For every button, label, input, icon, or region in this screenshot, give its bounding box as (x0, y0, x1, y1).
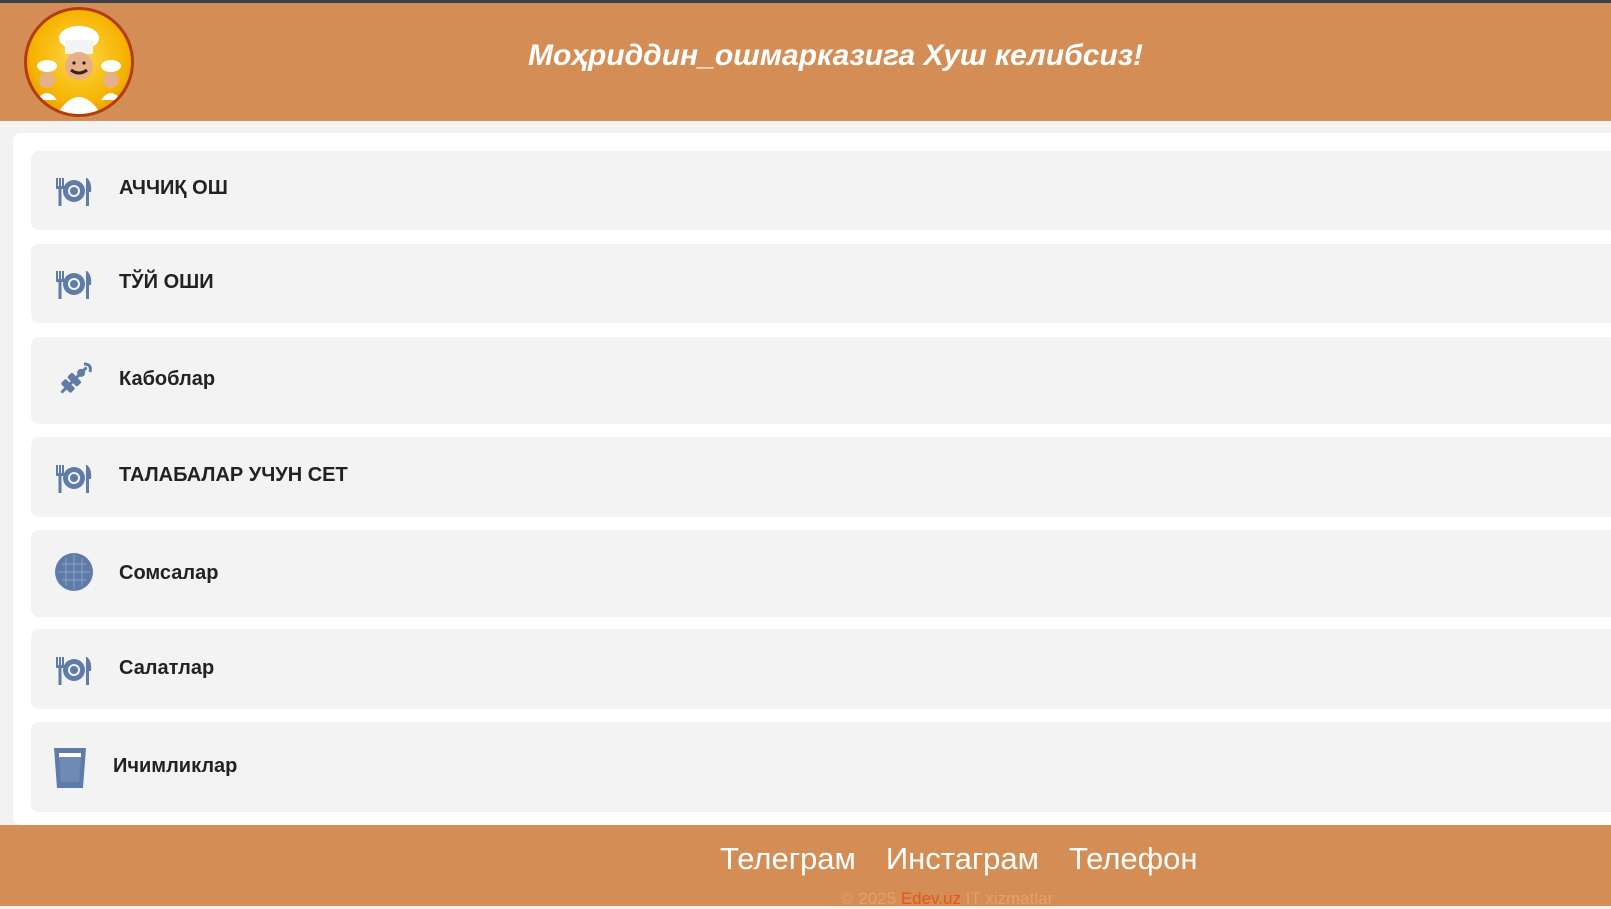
instagram-link[interactable]: Инстаграм (886, 841, 1039, 877)
plate-utensils-icon (54, 649, 94, 689)
menu-item-kaboblar[interactable]: Кабоблар (31, 337, 1611, 424)
telegram-link[interactable]: Телеграм (720, 841, 856, 877)
menu-item-somsalar[interactable]: Сомсалар (31, 530, 1611, 617)
plate-utensils-icon (54, 457, 94, 497)
footer: Телеграм Инстаграм Телефон © 2025 Edev.u… (0, 825, 1611, 909)
menu-item-label: ТАЛАБАЛАР УЧУН СЕТ (119, 464, 348, 486)
menu-item-talabalar-set[interactable]: ТАЛАБАЛАР УЧУН СЕТ (31, 437, 1611, 517)
menu-item-label: Салатлар (119, 657, 215, 679)
header: Моҳриддин_ошмарказига Хуш келибсиз! (0, 3, 1611, 121)
menu-item-tuy-oshi[interactable]: ТЎЙ ОШИ (31, 244, 1611, 323)
menu-item-label: АЧЧИҚ ОШ (119, 177, 228, 199)
phone-link[interactable]: Телефон (1069, 841, 1198, 877)
menu-item-label: ТЎЙ ОШИ (119, 271, 214, 293)
plate-utensils-icon (54, 263, 94, 303)
pastry-icon (54, 552, 94, 592)
menu-item-achchiq-osh[interactable]: АЧЧИҚ ОШ (31, 151, 1611, 230)
menu-item-label: Кабоблар (119, 368, 216, 390)
menu-item-ichimliklar[interactable]: Ичимликлар (31, 722, 1611, 812)
drink-glass-icon (53, 746, 87, 790)
copyright-year: © 2025 (841, 889, 897, 908)
menu-item-label: Ичимликлар (113, 755, 238, 777)
copyright: © 2025 Edev.uz IT xizmatlar (841, 889, 1053, 909)
welcome-title: Моҳриддин_ошмарказига Хуш келибсиз! (527, 39, 1144, 72)
brand-link[interactable]: Edev.uz (901, 889, 961, 908)
copyright-suffix: IT xizmatlar (965, 889, 1054, 908)
menu-item-salatlar[interactable]: Салатлар (31, 629, 1611, 709)
footer-links: Телеграм Инстаграм Телефон (720, 841, 1198, 877)
plate-utensils-icon (54, 170, 94, 210)
menu-item-label: Сомсалар (119, 562, 219, 584)
skewer-icon (54, 360, 94, 400)
